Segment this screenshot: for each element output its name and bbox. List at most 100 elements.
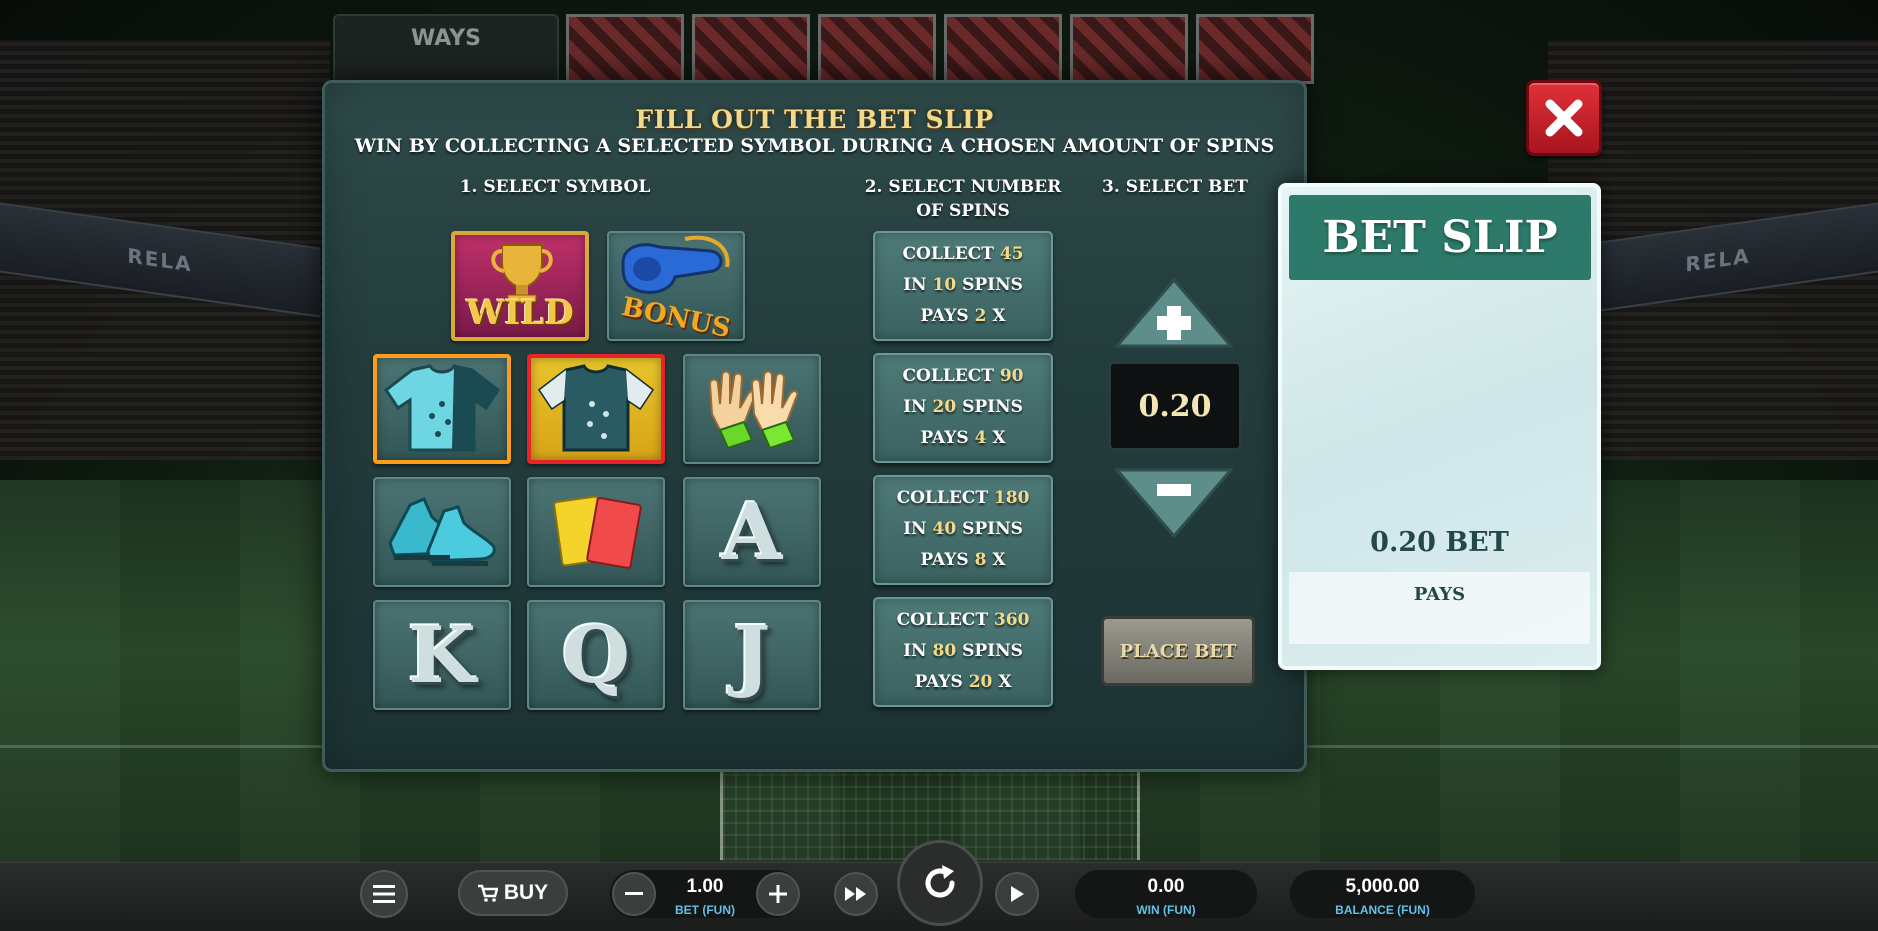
in-word: IN (903, 519, 927, 539)
symbol-j-letter: J (733, 609, 771, 701)
spins-amount: 10 (932, 275, 957, 295)
fast-forward-icon (845, 887, 866, 901)
ways-box: WAYS (333, 14, 559, 84)
pays-word: PAYS (914, 672, 963, 692)
win-value: 0.00 (1147, 876, 1185, 897)
collect-amount: 45 (999, 244, 1024, 264)
multiplier-x: X (992, 428, 1006, 448)
spin-button[interactable] (897, 840, 983, 926)
spins-option-80[interactable]: COLLECT 360 IN 80 SPINS PAYS 20 X (873, 597, 1053, 707)
collect-amount: 360 (993, 610, 1030, 630)
whistle-icon (621, 235, 730, 294)
symbol-wild-tile[interactable]: WILD (451, 231, 589, 341)
symbol-k-letter: K (408, 609, 476, 701)
bet-increase-button[interactable] (1113, 277, 1235, 348)
pays-word: PAYS (920, 428, 969, 448)
multiplier-x: X (992, 306, 1006, 326)
cart-icon (477, 884, 498, 902)
hamburger-menu-icon (373, 885, 395, 903)
symbol-q-tile[interactable]: Q (527, 600, 665, 710)
spins-option-20[interactable]: COLLECT 90 IN 20 SPINS PAYS 4 X (873, 353, 1053, 463)
dialog-title: FILL OUT THE BET SLIP (635, 105, 994, 134)
close-icon (1545, 99, 1583, 137)
symbol-gloves-tile[interactable] (683, 354, 821, 464)
menu-button[interactable] (360, 870, 408, 918)
spins-word: SPINS (962, 275, 1023, 295)
select-bet-heading: 3. SELECT BET (1102, 177, 1248, 197)
symbol-dark-jersey-tile[interactable] (527, 354, 665, 464)
bet-slip-dialog: FILL OUT THE BET SLIP WIN BY COLLECTING … (322, 80, 1307, 772)
reel-top (566, 14, 684, 84)
boots-icon (388, 497, 496, 566)
spins-option-10[interactable]: COLLECT 45 IN 10 SPINS PAYS 2 X (873, 231, 1053, 341)
symbol-light-jersey-tile[interactable] (373, 354, 511, 464)
minus-icon (1113, 468, 1235, 539)
spins-amount: 20 (932, 397, 957, 417)
in-word: IN (903, 275, 927, 295)
bet-slip-bet-amount: 0.20 BET (1370, 527, 1509, 558)
spins-word: SPINS (962, 519, 1023, 539)
spins-word: SPINS (962, 397, 1023, 417)
gloves-icon (708, 370, 799, 450)
multiplier-x: X (998, 672, 1012, 692)
spin-icon (925, 865, 955, 898)
reel-top (818, 14, 936, 84)
reel-top (1196, 14, 1314, 84)
spins-amount: 80 (932, 641, 957, 661)
pays-word: PAYS (920, 550, 969, 570)
place-bet-button[interactable]: PLACE BET (1101, 616, 1255, 686)
collect-amount: 180 (993, 488, 1030, 508)
wild-label: WILD (466, 293, 574, 333)
pays-multiplier: 20 (968, 672, 993, 692)
select-spins-heading-line1: 2. SELECT NUMBER (864, 177, 1062, 197)
reel-top (1070, 14, 1188, 84)
close-button[interactable] (1526, 80, 1602, 156)
bet-decrease-bottom-button[interactable] (612, 872, 656, 916)
symbol-cards-tile[interactable] (527, 477, 665, 587)
bet-value-display: 0.20 (1108, 361, 1242, 451)
spins-option-40[interactable]: COLLECT 180 IN 40 SPINS PAYS 8 X (873, 475, 1053, 585)
turbo-button[interactable] (834, 872, 878, 916)
bet-slip-pays: PAYS (1289, 572, 1590, 644)
win-label: WIN (FUN) (1136, 903, 1196, 917)
bet-label: BET (FUN) (675, 903, 735, 917)
minus-icon (625, 892, 643, 895)
bet-slip-panel: BET SLIP 0.20 BET PAYS (1278, 183, 1601, 670)
buy-label: BUY (503, 881, 549, 904)
collect-word: COLLECT (896, 488, 988, 508)
bet-slip-header: BET SLIP (1289, 195, 1591, 280)
symbol-a-tile[interactable]: A (683, 477, 821, 587)
bet-increase-bottom-button[interactable] (756, 872, 800, 916)
collect-amount: 90 (999, 366, 1024, 386)
pays-multiplier: 2 (974, 306, 987, 326)
pays-multiplier: 4 (974, 428, 987, 448)
symbol-q-letter: Q (562, 609, 630, 701)
autoplay-button[interactable] (995, 872, 1039, 916)
pays-word: PAYS (920, 306, 969, 326)
jersey-icon (537, 364, 655, 452)
play-icon (1011, 886, 1024, 902)
spins-amount: 40 (932, 519, 957, 539)
symbol-j-tile[interactable]: J (683, 600, 821, 710)
select-symbol-heading: 1. SELECT SYMBOL (459, 177, 651, 197)
reel-top (692, 14, 810, 84)
multiplier-x: X (992, 550, 1006, 570)
dialog-subtitle: WIN BY COLLECTING A SELECTED SYMBOL DURI… (354, 135, 1275, 157)
spins-word: SPINS (962, 641, 1023, 661)
collect-word: COLLECT (902, 244, 994, 264)
symbol-k-tile[interactable]: K (373, 600, 511, 710)
select-spins-heading-line2: OF SPINS (916, 201, 1010, 221)
in-word: IN (903, 641, 927, 661)
symbol-boots-tile[interactable] (373, 477, 511, 587)
buy-button[interactable]: BUY (458, 870, 568, 916)
ways-label: WAYS (411, 26, 481, 51)
bet-decrease-button[interactable] (1113, 468, 1235, 539)
jersey-icon (383, 364, 501, 452)
balance-value: 5,000.00 (1345, 876, 1420, 897)
collect-word: COLLECT (896, 610, 988, 630)
reel-top (944, 14, 1062, 84)
symbol-bonus-tile[interactable]: BONUS (607, 231, 745, 344)
cards-icon (553, 495, 642, 569)
select-spins-heading: 2. SELECT NUMBER OF SPINS (845, 175, 1081, 223)
collect-word: COLLECT (902, 366, 994, 386)
